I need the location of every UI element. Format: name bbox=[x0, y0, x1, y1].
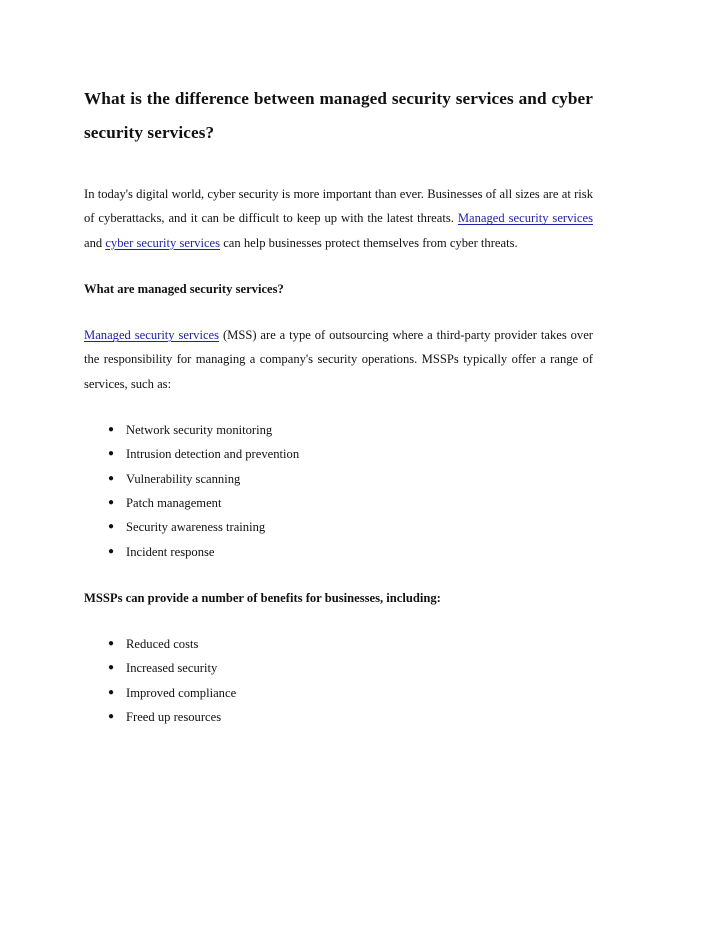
bullet-icon: ● bbox=[108, 521, 115, 533]
bullet-icon: ● bbox=[108, 711, 115, 723]
intro-paragraph: In today's digital world, cyber security… bbox=[84, 182, 593, 255]
list-item: ● Improved compliance bbox=[84, 681, 593, 705]
bullet-icon: ● bbox=[108, 686, 115, 698]
bullet-icon: ● bbox=[108, 638, 115, 650]
benefit-item-label: Freed up resources bbox=[126, 710, 222, 725]
link-managed-security-services-2[interactable]: Managed security services bbox=[84, 328, 219, 342]
bullet-icon: ● bbox=[108, 448, 115, 460]
list-item: ● Incident response bbox=[84, 540, 593, 564]
service-item-label: Patch management bbox=[126, 495, 222, 510]
list-item: ● Reduced costs bbox=[84, 632, 593, 656]
list-item: ● Security awareness training bbox=[84, 515, 593, 539]
intro-text-segment-2: and bbox=[84, 235, 106, 250]
document-page: What is the difference between managed s… bbox=[0, 0, 720, 931]
service-item-label: Vulnerability scanning bbox=[126, 471, 241, 486]
link-managed-security-services[interactable]: Managed security services bbox=[458, 211, 593, 225]
list-item: ● Vulnerability scanning bbox=[84, 467, 593, 491]
benefit-item-label: Increased security bbox=[126, 661, 218, 676]
bullet-icon: ● bbox=[108, 424, 115, 436]
bullet-icon: ● bbox=[108, 496, 115, 508]
benefits-list: ● Reduced costs ● Increased security ● Improv… bbox=[84, 632, 593, 729]
bullet-icon: ● bbox=[108, 472, 115, 484]
mss-definition-paragraph: Managed security services (MSS) are a ty… bbox=[84, 323, 593, 396]
intro-text-segment-3: can help businesses protect themselves f… bbox=[220, 235, 518, 250]
benefit-item-label: Reduced costs bbox=[126, 637, 199, 652]
list-item: ● Increased security bbox=[84, 656, 593, 680]
list-item: ● Intrusion detection and prevention bbox=[84, 442, 593, 466]
list-item: ● Freed up resources bbox=[84, 705, 593, 729]
service-item-label: Incident response bbox=[126, 544, 215, 559]
bullet-icon: ● bbox=[108, 545, 115, 557]
list-item: ● Network security monitoring bbox=[84, 418, 593, 442]
page-title: What is the difference between managed s… bbox=[84, 82, 593, 150]
benefit-item-label: Improved compliance bbox=[126, 685, 237, 700]
service-item-label: Intrusion detection and prevention bbox=[126, 447, 300, 462]
page-title-text: What is the difference between managed s… bbox=[84, 89, 593, 142]
heading-what-are-managed-security-services: What are managed security services? bbox=[84, 281, 284, 296]
service-item-label: Network security monitoring bbox=[126, 423, 273, 438]
bullet-icon: ● bbox=[108, 662, 115, 674]
service-item-label: Security awareness training bbox=[126, 520, 266, 535]
heading-mssp-benefits: MSSPs can provide a number of benefits f… bbox=[84, 590, 441, 605]
services-list: ● Network security monitoring ● Intrusion d… bbox=[84, 418, 593, 564]
list-item: ● Patch management bbox=[84, 491, 593, 515]
link-cyber-security-services[interactable]: cyber security services bbox=[105, 236, 220, 250]
document-content: What is the difference between managed s… bbox=[84, 82, 593, 729]
